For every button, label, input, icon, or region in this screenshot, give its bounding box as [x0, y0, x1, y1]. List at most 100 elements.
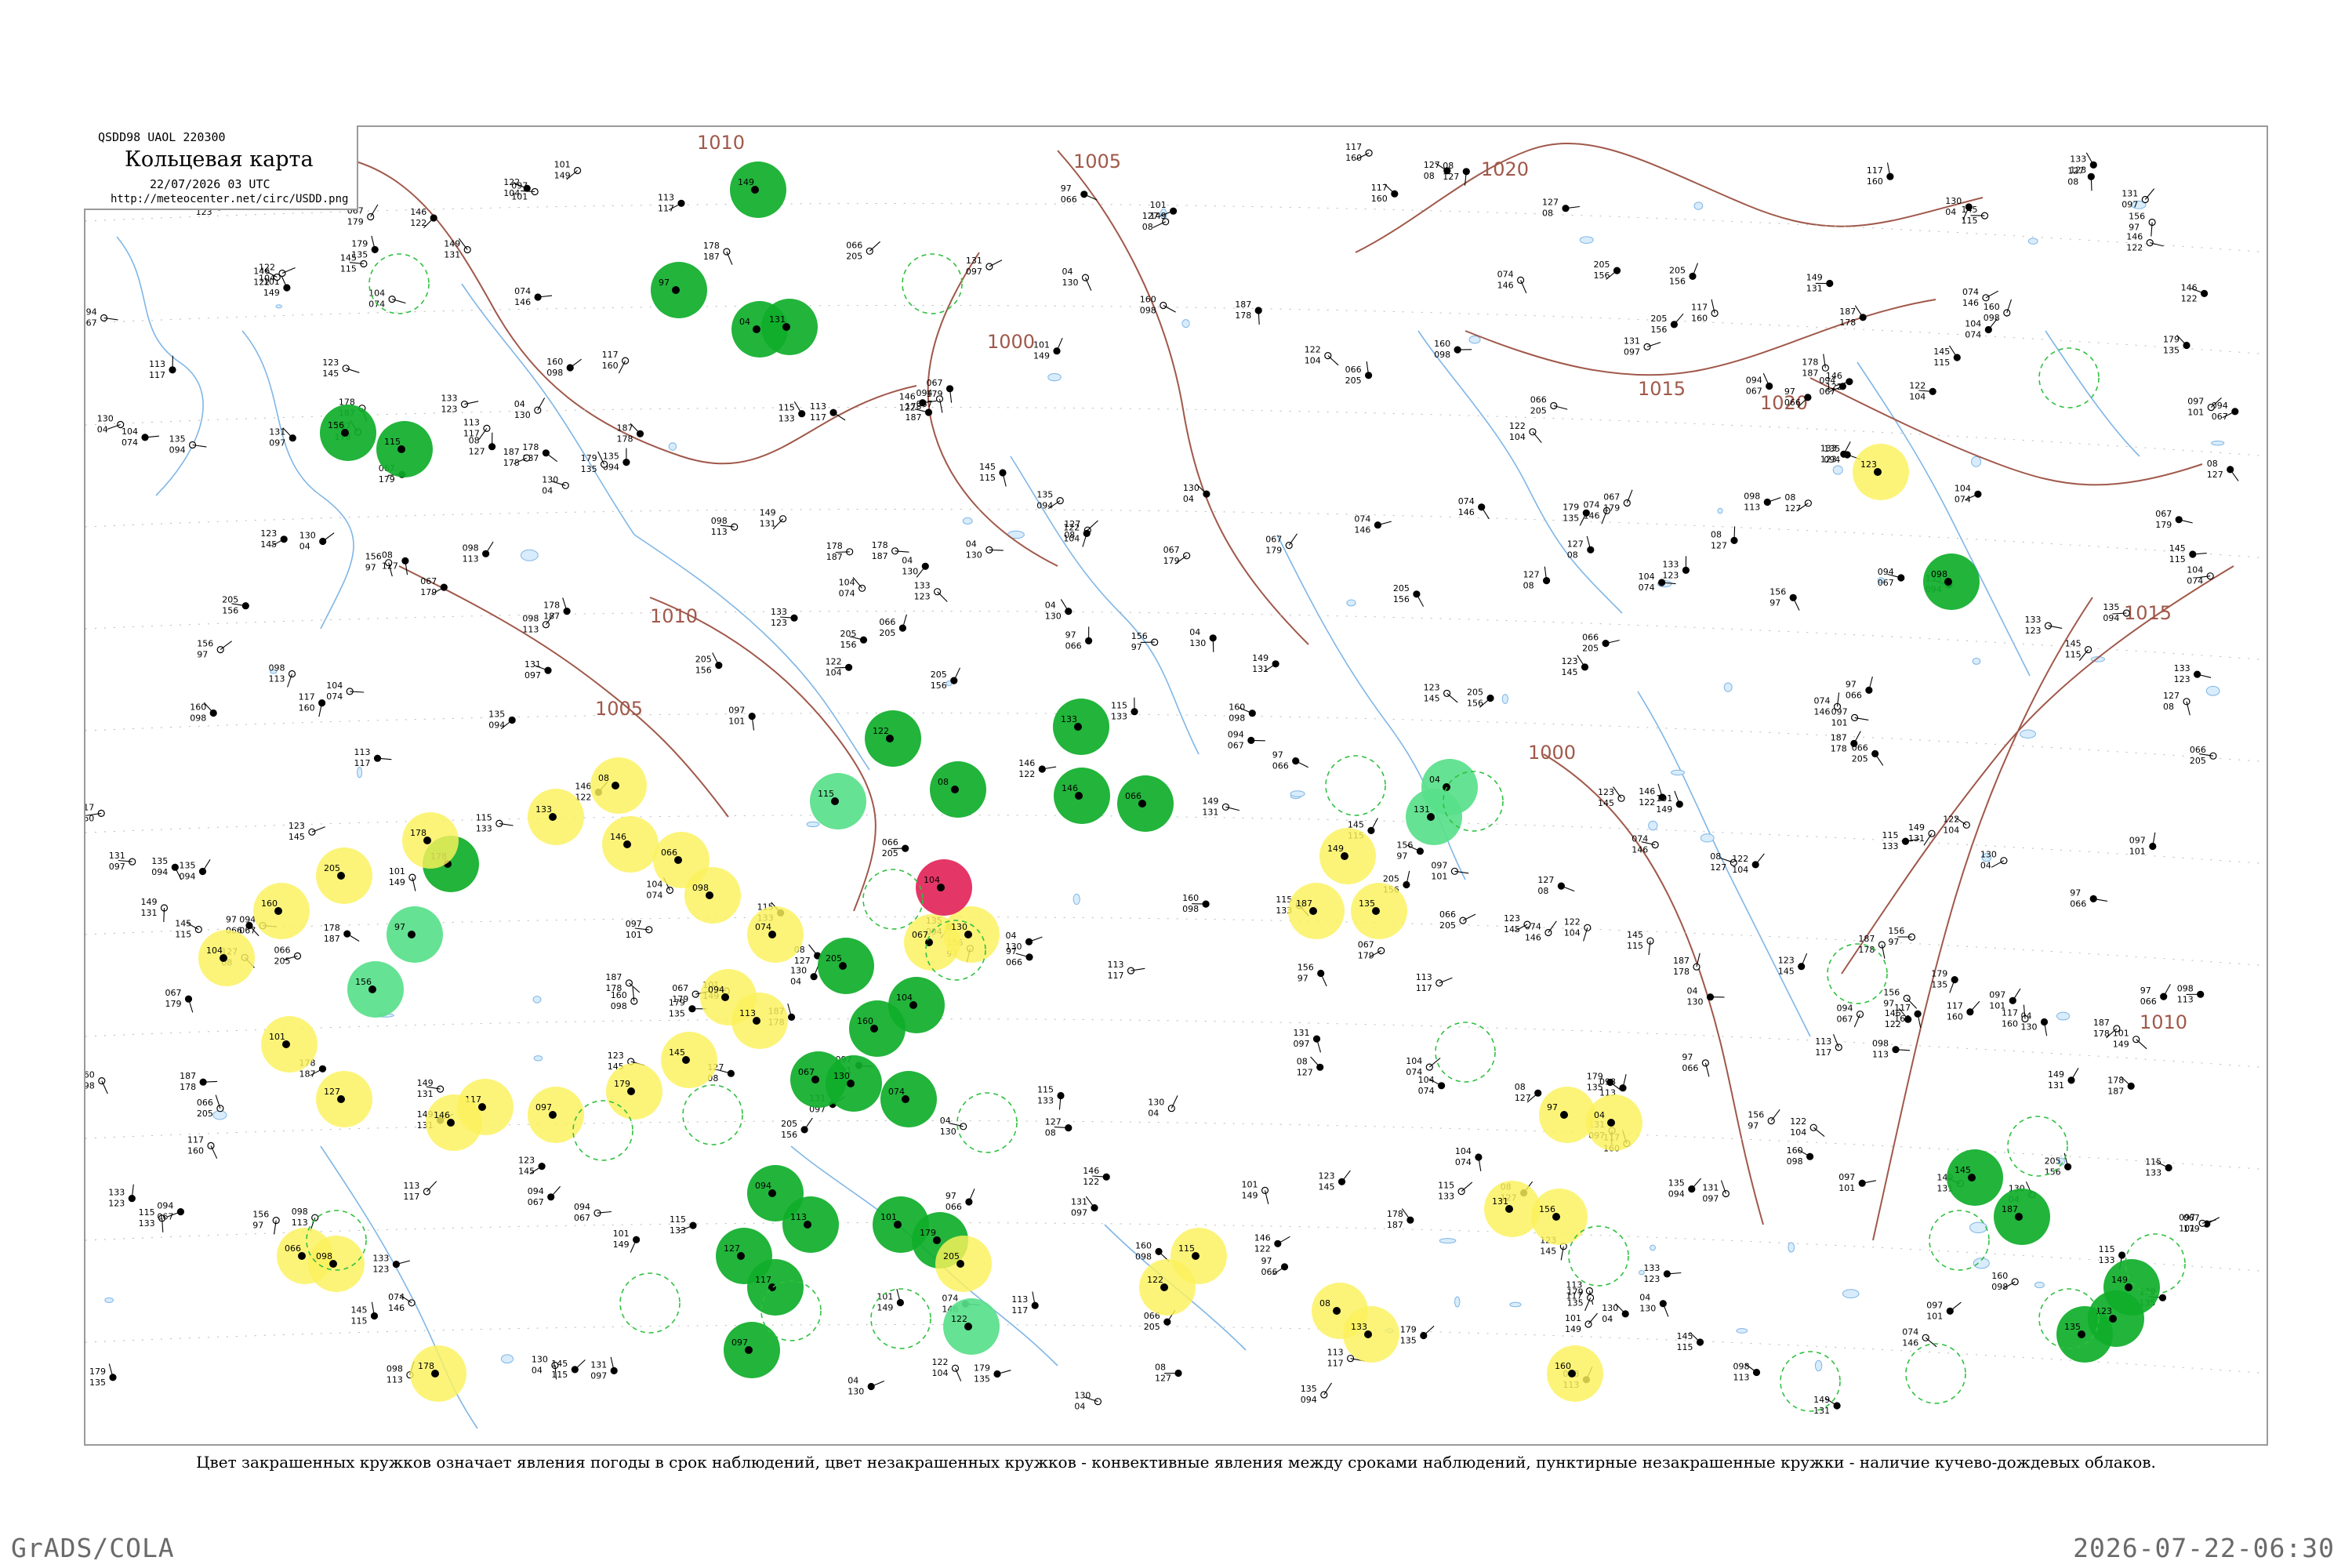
isobar-label: 1010 [697, 132, 745, 154]
station-value: 187 [1831, 732, 1847, 742]
station: 098113 [1733, 1362, 1761, 1383]
station-value: 094 [488, 720, 505, 731]
station-value: 04 [1148, 1109, 1159, 1119]
station-value: 066 [879, 617, 895, 627]
station: 113117 [810, 401, 846, 423]
wind-barb [1577, 655, 1585, 668]
station-value: 097 [1838, 1172, 1855, 1182]
station-value: 160 [857, 1016, 873, 1026]
station: 13004 [1183, 483, 1210, 504]
legend-caption: Цвет закрашенных кружков означает явлени… [196, 1453, 2156, 1472]
station-value: 074 [122, 437, 138, 448]
lake [1501, 694, 1508, 704]
station-dot [1560, 1111, 1568, 1119]
weather-circle-fill_rain_heavy: 113 [782, 1196, 839, 1253]
wind-barb [1277, 1236, 1290, 1244]
lake [1972, 657, 1981, 665]
station-value: 074 [1902, 1327, 1918, 1337]
station: 066205 [1439, 909, 1476, 931]
lake [1693, 201, 1704, 210]
station: 146122 [1083, 1166, 1110, 1187]
station-value: 101 [389, 866, 405, 877]
station-value: 127 [1515, 1093, 1531, 1103]
station-value: 97 [1784, 387, 1795, 397]
station-value: 123 [1662, 570, 1679, 580]
station-value: 160 [261, 898, 278, 909]
station-value: 178 [703, 241, 720, 251]
station-value: 074 [1584, 499, 1600, 510]
station: 149131 [760, 508, 787, 530]
station-value: 04 [739, 317, 750, 327]
station-value: 094 [1819, 376, 1835, 386]
river-2 [461, 283, 635, 535]
station-value: 131 [109, 851, 125, 861]
station-value: 149 [877, 1303, 893, 1313]
station: 160098 [546, 357, 582, 378]
station-value: 098 [85, 1081, 95, 1091]
lake [212, 1110, 227, 1120]
synoptic-map[interactable]: 10101005 10201015100010101020101510001010… [85, 127, 2268, 1446]
weather-circle-fill_fog_haze: 178 [402, 812, 459, 869]
station-value: 097 [728, 706, 745, 716]
station-value: 101 [1150, 200, 1167, 210]
station-value: 133 [372, 1254, 389, 1264]
wind-barb [2071, 1068, 2079, 1081]
station-value: 127 [324, 1087, 340, 1097]
station-value: 133 [1061, 714, 1077, 724]
isobar-label: 1015 [2124, 602, 2172, 624]
station-value: 104 [1509, 432, 1526, 442]
station: 067179 [420, 576, 448, 597]
station-value: 135 [151, 856, 168, 866]
station-value: 113 [1733, 1373, 1750, 1383]
station-value: 066 [197, 1098, 213, 1108]
station-value: 187 [617, 423, 633, 433]
station: 205156 [781, 1117, 813, 1140]
weather-circle-fill_rain_heavy: 149 [2103, 1259, 2160, 1316]
station-value: 146 [1814, 706, 1831, 717]
station-value: 131 [769, 314, 786, 325]
station: 15697 [252, 1210, 280, 1235]
wind-barb [2136, 1039, 2147, 1050]
station-value: 101 [269, 1032, 285, 1042]
station-value: 156 [1594, 270, 1610, 281]
station-value: 97 [365, 563, 376, 573]
map-title-box: QSDD98 UAOL 220300 Кольцевая карта 22/07… [84, 125, 358, 210]
station-value: 074 [514, 286, 531, 296]
station-value: 156 [840, 640, 857, 650]
lake [532, 996, 542, 1004]
station-value: 205 [1467, 688, 1483, 698]
station-value: 101 [1926, 1311, 1943, 1321]
station-value: 113 [2177, 994, 2194, 1004]
station: 133123 [372, 1254, 410, 1275]
station-value: 067 [420, 576, 437, 586]
station-value: 160 [1182, 893, 1199, 903]
station-value: 130 [940, 1127, 956, 1137]
station-value: 135 [1567, 1298, 1584, 1308]
station-value: 098 [190, 713, 206, 724]
station-value: 135 [2163, 346, 2180, 356]
weather-circle-fill_rain_heavy: 205 [818, 938, 874, 994]
station-value: 131 [1414, 804, 1430, 815]
station: 066205 [846, 240, 880, 261]
station-value: 094 [755, 1181, 771, 1191]
station-dot [1928, 829, 1936, 837]
station-value: 149 [2113, 1040, 2129, 1050]
station-value: 04 [299, 542, 310, 552]
station: 094067 [1878, 567, 1905, 588]
station: 15697 [1769, 586, 1800, 611]
cb-ring [1568, 1225, 1629, 1287]
station-value: 117 [1416, 983, 1432, 993]
station-value: 127 [1523, 570, 1540, 580]
wind-barb [1949, 1301, 1962, 1312]
station-value: 097 [524, 670, 541, 681]
station-value: 122 [259, 263, 275, 273]
cb-ring [1905, 1343, 1966, 1404]
weather-circle-fill_rain_light: 122 [943, 1298, 1000, 1355]
station-value: 115 [2145, 1157, 2161, 1167]
cb-ring [1827, 943, 1888, 1004]
station: 133123 [914, 581, 948, 602]
station-value: 133 [1643, 1263, 1660, 1273]
station-value: 098 [1434, 350, 1450, 360]
station-value: 104 [1955, 483, 1971, 493]
station-value: 205 [274, 956, 291, 966]
